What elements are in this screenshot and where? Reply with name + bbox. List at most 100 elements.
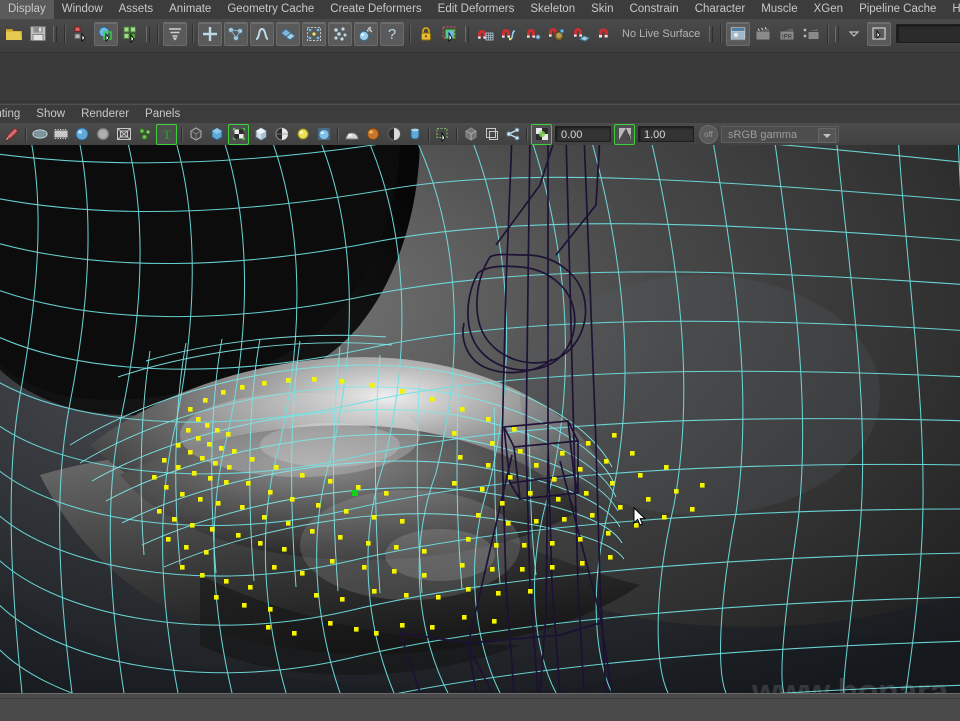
selection-filter-icon[interactable] xyxy=(867,21,892,46)
smooth-shade-selected-icon[interactable] xyxy=(228,123,249,145)
color-management-toggle[interactable]: off xyxy=(699,124,718,144)
highlight-selection-mode-icon[interactable] xyxy=(163,21,187,46)
menu-create-deformers[interactable]: Create Deformers xyxy=(322,0,429,19)
field-chart-icon[interactable] xyxy=(93,125,112,144)
multisample-icon[interactable] xyxy=(405,125,424,144)
maya-application-window: Display Window Assets Animate Geometry C… xyxy=(0,0,960,721)
render-view-icon[interactable] xyxy=(726,21,751,46)
use-all-lights-icon[interactable] xyxy=(314,125,333,144)
lock-icon[interactable] xyxy=(415,23,437,45)
snap-to-projected-center-icon[interactable] xyxy=(276,21,300,46)
selection-input[interactable] xyxy=(896,24,960,43)
safe-action-icon[interactable] xyxy=(114,125,133,144)
panelmenu-lighting[interactable]: Lighting xyxy=(0,105,28,124)
ipr-render-icon[interactable]: IPR xyxy=(776,23,798,45)
gamma-input[interactable]: 1.00 xyxy=(638,126,694,142)
select-by-object-type-icon[interactable] xyxy=(94,21,118,46)
menu-assets[interactable]: Assets xyxy=(111,0,162,19)
wireframe-icon[interactable] xyxy=(186,125,205,144)
toolbar-grip-1[interactable] xyxy=(50,23,60,45)
chevron-down-icon[interactable] xyxy=(818,127,836,143)
select-by-hierarchy-icon[interactable] xyxy=(70,23,92,45)
isolate-select-icon[interactable] xyxy=(433,125,452,144)
make-live-icon[interactable] xyxy=(328,21,352,46)
grease-pencil-icon[interactable]: T xyxy=(156,123,177,145)
exposure-icon[interactable] xyxy=(531,123,552,145)
help-icon[interactable]: ? xyxy=(380,21,404,46)
smooth-shade-all-icon[interactable] xyxy=(207,125,226,144)
gamma-icon[interactable]: γ xyxy=(614,123,635,145)
magnet-grid-icon[interactable] xyxy=(473,23,495,45)
panelmenu-renderer[interactable]: Renderer xyxy=(73,105,137,124)
bottom-status-bar xyxy=(0,693,960,721)
resolution-gate-icon[interactable] xyxy=(72,125,91,144)
menu-xgen[interactable]: XGen xyxy=(806,0,851,19)
camera-attributes-icon[interactable] xyxy=(30,125,49,144)
snap-to-curve-icon[interactable] xyxy=(224,21,248,46)
wireframe-on-shaded-icon[interactable] xyxy=(272,125,291,144)
svg-text:γ: γ xyxy=(627,131,632,140)
menu-geometry-cache[interactable]: Geometry Cache xyxy=(219,0,322,19)
svg-text:IPR: IPR xyxy=(782,35,793,41)
motion-blur-icon[interactable] xyxy=(384,125,403,144)
menu-edit-deformers[interactable]: Edit Deformers xyxy=(430,0,523,19)
menu-pipeline-cache[interactable]: Pipeline Cache xyxy=(851,0,944,19)
toolbar-separator-1 xyxy=(60,23,69,45)
xray-icon[interactable] xyxy=(461,125,480,144)
save-scene-icon[interactable] xyxy=(27,23,49,45)
color-management-select[interactable]: sRGB gamma xyxy=(721,125,839,143)
use-default-lighting-icon[interactable] xyxy=(293,125,312,144)
magnet-view-icon[interactable] xyxy=(545,23,567,45)
vp-separator-6 xyxy=(523,125,530,144)
menu-skin[interactable]: Skin xyxy=(583,0,621,19)
magnet-live-icon[interactable] xyxy=(593,23,615,45)
ambient-occlusion-icon[interactable] xyxy=(363,125,382,144)
select-by-component-type-icon[interactable] xyxy=(120,23,142,45)
render-settings-icon[interactable] xyxy=(800,23,822,45)
snap-to-grid-icon[interactable] xyxy=(198,21,222,46)
menu-constrain[interactable]: Constrain xyxy=(621,0,686,19)
svg-text:T: T xyxy=(162,127,171,142)
toolbar-grip-3[interactable] xyxy=(462,23,472,45)
chevron-down-icon[interactable] xyxy=(843,23,865,45)
perspective-viewport[interactable]: www.honara هنرآمیز persp xyxy=(0,145,960,693)
menu-animate[interactable]: Animate xyxy=(161,0,219,19)
two-d-pan-zoom-icon[interactable] xyxy=(135,125,154,144)
selection-marquee-icon[interactable] xyxy=(439,23,461,45)
select-tool-icon[interactable] xyxy=(2,125,21,144)
menu-display[interactable]: Display xyxy=(0,0,54,19)
xray-active-components-icon[interactable] xyxy=(503,125,522,144)
menu-character[interactable]: Character xyxy=(687,0,754,19)
menu-skeleton[interactable]: Skeleton xyxy=(522,0,583,19)
toolbar-separator-2 xyxy=(153,23,162,45)
toolbar-grip-2[interactable] xyxy=(143,23,153,45)
exposure-input[interactable]: 0.00 xyxy=(555,126,611,142)
render-sequence-icon[interactable] xyxy=(752,23,774,45)
panelmenu-show[interactable]: Show xyxy=(28,105,73,124)
magnet-point-icon[interactable] xyxy=(521,23,543,45)
svg-text:?: ? xyxy=(388,26,396,43)
film-gate-icon[interactable] xyxy=(51,125,70,144)
vp-separator-1 xyxy=(22,125,29,144)
menu-window[interactable]: Window xyxy=(54,0,111,19)
toolbar-grip-4[interactable] xyxy=(706,23,716,45)
vp-separator-5 xyxy=(453,125,460,144)
toolbar-grip-5[interactable] xyxy=(832,23,842,45)
flat-shade-icon[interactable] xyxy=(251,125,270,144)
snap-to-view-planes-icon[interactable] xyxy=(302,21,326,46)
magnet-uv-icon[interactable] xyxy=(569,23,591,45)
open-scene-icon[interactable] xyxy=(3,23,25,45)
xray-joints-icon[interactable] xyxy=(482,125,501,144)
menu-muscle[interactable]: Muscle xyxy=(753,0,805,19)
toolbar-separator-3 xyxy=(188,23,197,45)
main-menu-bar: Display Window Assets Animate Geometry C… xyxy=(0,0,960,20)
menu-help[interactable]: Help xyxy=(944,0,960,19)
bottom-bar-ridge xyxy=(0,698,960,699)
toolbar-separator-4 xyxy=(405,23,414,45)
vp-separator-4 xyxy=(425,125,432,144)
panelmenu-panels[interactable]: Panels xyxy=(137,105,188,124)
magnet-curve-icon[interactable] xyxy=(497,23,519,45)
render-current-frame-icon[interactable] xyxy=(354,21,378,46)
shadows-icon[interactable] xyxy=(342,125,361,144)
snap-to-point-icon[interactable] xyxy=(250,21,274,46)
